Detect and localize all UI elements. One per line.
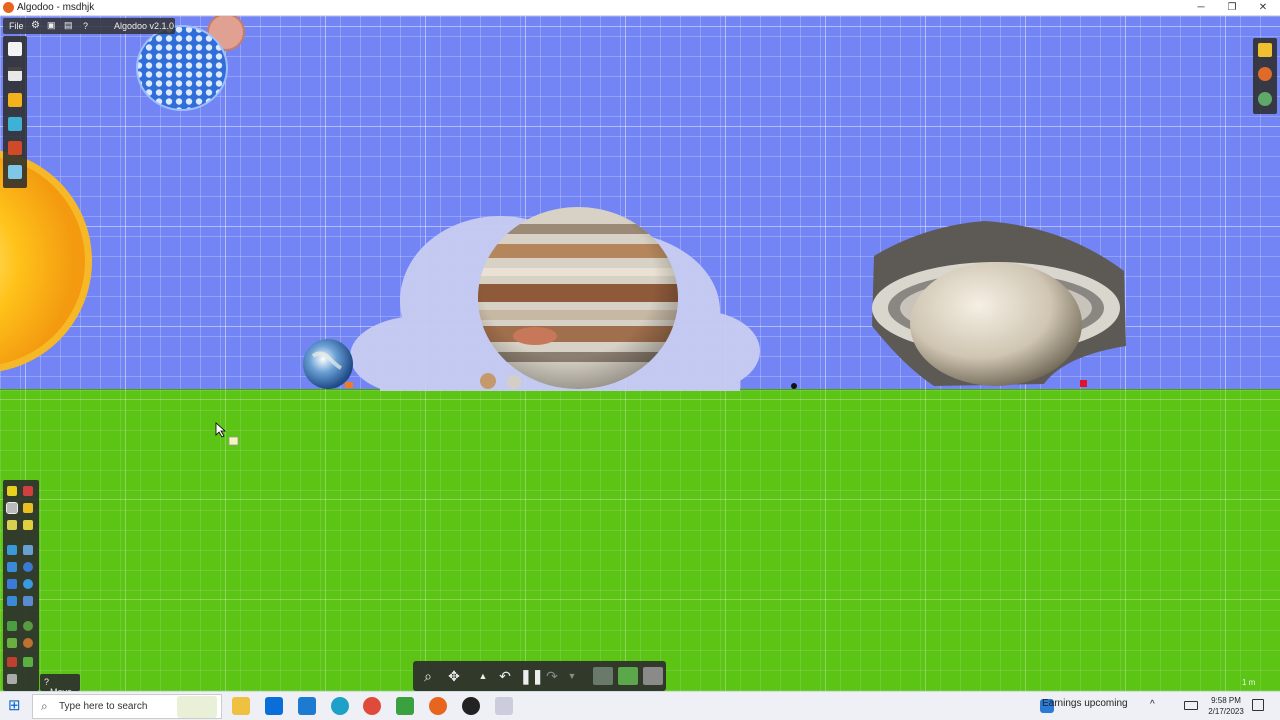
thruster-tool-icon[interactable]: [7, 638, 17, 648]
algobox-icon[interactable]: [8, 117, 22, 131]
search-icon: ⌕: [41, 699, 48, 713]
spring-tool-icon[interactable]: [23, 596, 33, 606]
simulation-canvas[interactable]: 1 m: [0, 16, 1280, 691]
visualization-icon[interactable]: [1258, 92, 1272, 106]
gear-tool-icon[interactable]: [23, 562, 33, 572]
app-icon[interactable]: [495, 697, 513, 715]
windows-start-icon[interactable]: ⊞: [8, 697, 26, 715]
zoom-icon[interactable]: ⌕: [419, 667, 437, 685]
file-menu[interactable]: File: [9, 21, 24, 31]
scene-browser-icon[interactable]: [8, 165, 22, 179]
right-toolbar: [1253, 38, 1277, 114]
store-icon[interactable]: [265, 697, 283, 715]
redo-dropdown-icon[interactable]: ▼: [567, 667, 577, 685]
file-explorer-icon[interactable]: [232, 697, 250, 715]
help-icon[interactable]: ?: [83, 21, 88, 31]
zoom-tool-icon[interactable]: [7, 674, 17, 684]
maximize-button[interactable]: ❐: [1217, 0, 1247, 15]
algodoo-app-icon: [3, 2, 14, 13]
open-scene-icon[interactable]: [8, 67, 22, 81]
lessons-icon[interactable]: [8, 141, 22, 155]
rope-tool-icon[interactable]: [7, 545, 17, 555]
record-icon[interactable]: [593, 667, 613, 685]
tray-chevron-icon[interactable]: ^: [1150, 699, 1162, 711]
jupiter-object[interactable]: [475, 206, 681, 391]
tools-panel: [3, 480, 39, 691]
image-icon[interactable]: ▤: [64, 20, 73, 31]
obs-icon[interactable]: [462, 697, 480, 715]
clock-time: 9:58 PM: [1211, 696, 1241, 705]
tracer-tool-icon[interactable]: [23, 638, 33, 648]
grid-icon[interactable]: [643, 667, 663, 685]
scale-indicator: 1 m: [1242, 678, 1256, 687]
drag-tool-icon[interactable]: [23, 503, 33, 513]
close-button[interactable]: ✕: [1248, 0, 1278, 15]
earth-object[interactable]: [301, 338, 357, 394]
settings-icon[interactable]: ⚙: [31, 20, 40, 31]
undo-dropdown-icon[interactable]: ▲: [477, 667, 489, 685]
marble-object[interactable]: [790, 382, 798, 390]
search-placeholder: Type here to search: [59, 701, 148, 712]
camera-icon[interactable]: [618, 667, 638, 685]
minecraft-icon[interactable]: [396, 697, 414, 715]
circle-tool-icon[interactable]: [23, 579, 33, 589]
folder-icon[interactable]: [8, 93, 22, 107]
new-scene-icon[interactable]: [8, 42, 22, 56]
notifications-icon[interactable]: [1252, 699, 1264, 711]
hinge-tool-icon[interactable]: [23, 621, 33, 631]
pen-tool-icon[interactable]: [23, 486, 33, 496]
pan-icon[interactable]: ✥: [445, 667, 463, 685]
plane-tool-icon[interactable]: [7, 596, 17, 606]
saturn-object[interactable]: [864, 216, 1129, 391]
fixate-tool-icon[interactable]: [7, 621, 17, 631]
brush-tool-icon[interactable]: [7, 562, 17, 572]
network-icon[interactable]: [1184, 701, 1198, 710]
mouse-cursor-icon: [215, 422, 239, 446]
minimize-button[interactable]: ─: [1186, 0, 1216, 15]
chain-tool-icon[interactable]: [23, 657, 33, 667]
taskbar-clock[interactable]: 9:58 PM 2/17/2023: [1202, 695, 1250, 717]
chrome-icon[interactable]: [363, 697, 381, 715]
knife-tool-icon[interactable]: [23, 545, 33, 555]
window-title: Algodoo - msdhjk: [17, 2, 95, 13]
scale-tool-icon[interactable]: [23, 520, 33, 530]
version-label: Algodoo v2.1.0: [114, 21, 175, 31]
window-titlebar: Algodoo - msdhjk ─ ❐ ✕: [0, 0, 1280, 16]
laser-tool-icon[interactable]: [7, 657, 17, 667]
box-tool-icon[interactable]: [7, 579, 17, 589]
save-icon[interactable]: ▣: [47, 20, 56, 31]
small-moons-object[interactable]: [478, 372, 528, 392]
simulation-controls: ⌕ ✥ ▲ ↶ ❚❚ ↷ ▼: [413, 661, 666, 691]
mail-icon[interactable]: [298, 697, 316, 715]
left-toolbar: [3, 36, 27, 188]
rotate-tool-icon[interactable]: [7, 520, 17, 530]
algodoo-taskbar-icon[interactable]: [429, 697, 447, 715]
layers-icon[interactable]: [1258, 43, 1272, 57]
top-menubar: File ⚙ ▣ ▤ ? Algodoo v2.1.0: [3, 18, 175, 34]
search-highlight-icon[interactable]: [177, 696, 217, 718]
undo-icon[interactable]: ↶: [496, 667, 514, 685]
clock-date: 2/17/2023: [1208, 707, 1244, 716]
palette-icon[interactable]: [1258, 67, 1272, 81]
pause-icon[interactable]: ❚❚: [520, 667, 543, 685]
news-widget[interactable]: Earnings upcoming: [1042, 698, 1128, 709]
edge-icon[interactable]: [331, 697, 349, 715]
windows-taskbar: ⊞ ⌕ Type here to search Earnings upcomin…: [0, 691, 1280, 720]
redo-icon[interactable]: ↷: [543, 667, 561, 685]
move-tool-icon[interactable]: [6, 502, 18, 514]
sketch-tool-icon[interactable]: [7, 486, 17, 496]
current-tool-label: ? Move: [40, 674, 80, 697]
tool-help-icon[interactable]: ?: [44, 677, 49, 687]
ground-grid: [0, 389, 1280, 691]
